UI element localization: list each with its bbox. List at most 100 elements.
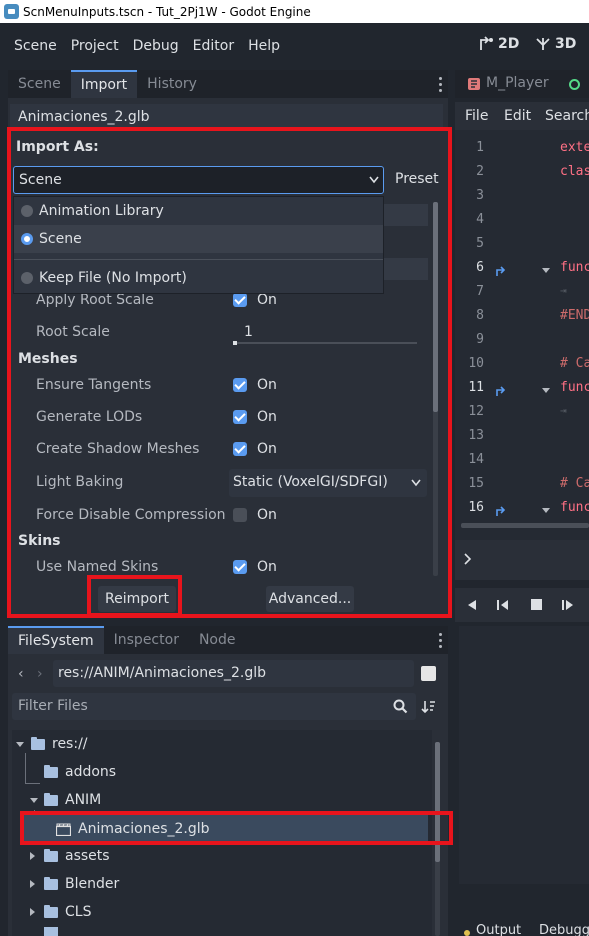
tree-item-blender[interactable]: Blender: [30, 871, 119, 897]
highlight-import-panel: [7, 127, 452, 618]
code-text: exte: [560, 140, 589, 155]
folder-icon: [44, 927, 58, 936]
script-list-toggle[interactable]: [455, 540, 589, 580]
menu-debug[interactable]: Debug: [126, 38, 186, 54]
dock-menu-icon[interactable]: [432, 70, 448, 98]
output-warning-dot-icon: [464, 930, 470, 936]
3d-mode-icon: [536, 38, 550, 50]
line-number: 5: [476, 236, 484, 251]
animation-panel: [459, 626, 589, 884]
tree-item-label: Blender: [65, 876, 120, 892]
tab-scene[interactable]: Scene: [8, 70, 71, 98]
godot-logo-icon: [4, 4, 19, 19]
tree-item-label: assets: [65, 848, 110, 864]
folder-icon: [44, 792, 58, 806]
history-back-icon[interactable]: ‹: [18, 666, 24, 682]
window-title: ScnMenuInputs.tscn - Tut_2Pj1W - Godot E…: [23, 4, 311, 19]
tab-filesystem[interactable]: FileSystem: [8, 626, 104, 654]
script-tabbar: M_Player: [455, 70, 589, 98]
tree-item-label: res://: [52, 736, 88, 752]
override-arrow-icon: [496, 266, 506, 276]
tab-history[interactable]: History: [137, 70, 207, 98]
line-number: 15: [468, 476, 484, 491]
script-tab-m-player[interactable]: M_Player: [486, 75, 549, 91]
tree-item-cls[interactable]: CLS: [30, 899, 91, 925]
tab-import[interactable]: Import: [70, 70, 138, 98]
path-field[interactable]: res://ANIM/Animaciones_2.glb: [53, 660, 414, 687]
folder-icon: [44, 764, 58, 778]
code-text: # Ca: [560, 356, 589, 371]
chevron-right-icon[interactable]: [30, 880, 35, 888]
menu-help[interactable]: Help: [241, 38, 287, 54]
line-number: 3: [476, 188, 484, 203]
folder-icon: [31, 736, 45, 750]
line-number: 4: [476, 212, 484, 227]
line-number: 11: [468, 380, 484, 395]
highlight-reimport-button: [87, 575, 182, 617]
stop-icon[interactable]: [531, 599, 542, 610]
tab-output[interactable]: Output: [476, 924, 521, 936]
chevron-right-icon[interactable]: [30, 852, 35, 860]
script-menu-file[interactable]: File: [465, 108, 488, 124]
tree-item-label: ANIM: [65, 792, 102, 808]
dock-menu-icon[interactable]: [432, 626, 448, 654]
history-forward-icon[interactable]: ›: [37, 666, 43, 682]
code-text: func: [560, 380, 589, 395]
mode-3d-button[interactable]: 3D: [535, 36, 576, 52]
script-menu-edit[interactable]: Edit: [504, 108, 531, 124]
tree-item-label: addons: [65, 764, 117, 780]
tab-inspector[interactable]: Inspector: [104, 626, 189, 654]
filter-files-input[interactable]: Filter Files: [12, 693, 416, 720]
split-view-icon[interactable]: [421, 666, 436, 681]
fold-chevron-icon[interactable]: [542, 508, 550, 513]
menu-scene[interactable]: Scene: [0, 38, 64, 54]
chevron-right-icon[interactable]: [30, 908, 35, 916]
mode-2d-label: 2D: [498, 36, 520, 52]
tab-debugger[interactable]: Debugger: [539, 924, 589, 936]
script-menu-search[interactable]: Search: [545, 108, 589, 124]
line-number: 9: [476, 332, 484, 347]
code-text: # Ca: [560, 476, 589, 491]
line-number: 8: [476, 308, 484, 323]
code-text: clas: [560, 164, 589, 179]
line-number: 6: [476, 260, 484, 275]
mode-3d-label: 3D: [555, 36, 577, 52]
menu-editor[interactable]: Editor: [186, 38, 241, 54]
chevron-down-icon[interactable]: [30, 797, 38, 803]
override-arrow-icon: [496, 386, 506, 396]
chevron-down-icon[interactable]: [16, 741, 24, 747]
code-text: #END: [560, 308, 589, 323]
tree-guide: [25, 783, 40, 784]
override-arrow-icon: [496, 506, 506, 516]
search-icon: [393, 699, 408, 714]
tree-item-label: CLS: [65, 904, 92, 920]
tree-item-anim[interactable]: ANIM: [30, 787, 101, 813]
bottom-panel-tabs: Output Debugger: [455, 924, 589, 936]
line-number: 12: [468, 404, 484, 419]
menu-project[interactable]: Project: [64, 38, 126, 54]
line-number: 1: [476, 140, 484, 155]
line-number: 16: [468, 500, 484, 515]
fold-chevron-icon[interactable]: [542, 388, 550, 393]
fold-chevron-icon[interactable]: [542, 268, 550, 273]
code-lines[interactable]: 1 exte 2 clas 3 4 5 6 func 7 ⇥ 8 #END 9 10 # …: [455, 140, 589, 532]
play-backwards-icon[interactable]: [467, 599, 477, 611]
sort-icon[interactable]: [421, 699, 436, 714]
script-menu-bar: File Edit Search: [455, 102, 589, 130]
2d-mode-icon: [480, 36, 493, 50]
import-dock-tabs: Scene Import History: [8, 70, 448, 98]
code-text: func: [560, 500, 589, 515]
code-hscrollbar[interactable]: [461, 523, 589, 528]
play-backwards-from-end-icon[interactable]: [496, 599, 510, 611]
highlight-selected-file: [20, 811, 453, 845]
mode-2d-button[interactable]: 2D: [478, 36, 519, 52]
line-number: 13: [468, 428, 484, 443]
playback-toolbar: [455, 588, 589, 622]
tab-node[interactable]: Node: [189, 626, 246, 654]
tree-item-addons[interactable]: addons: [44, 759, 116, 785]
tree-item-assets[interactable]: assets: [30, 843, 110, 869]
play-from-start-icon[interactable]: [561, 599, 575, 611]
line-number: 7: [476, 284, 484, 299]
chevron-right-icon: [464, 553, 472, 565]
tree-item-res[interactable]: res://: [16, 731, 88, 757]
